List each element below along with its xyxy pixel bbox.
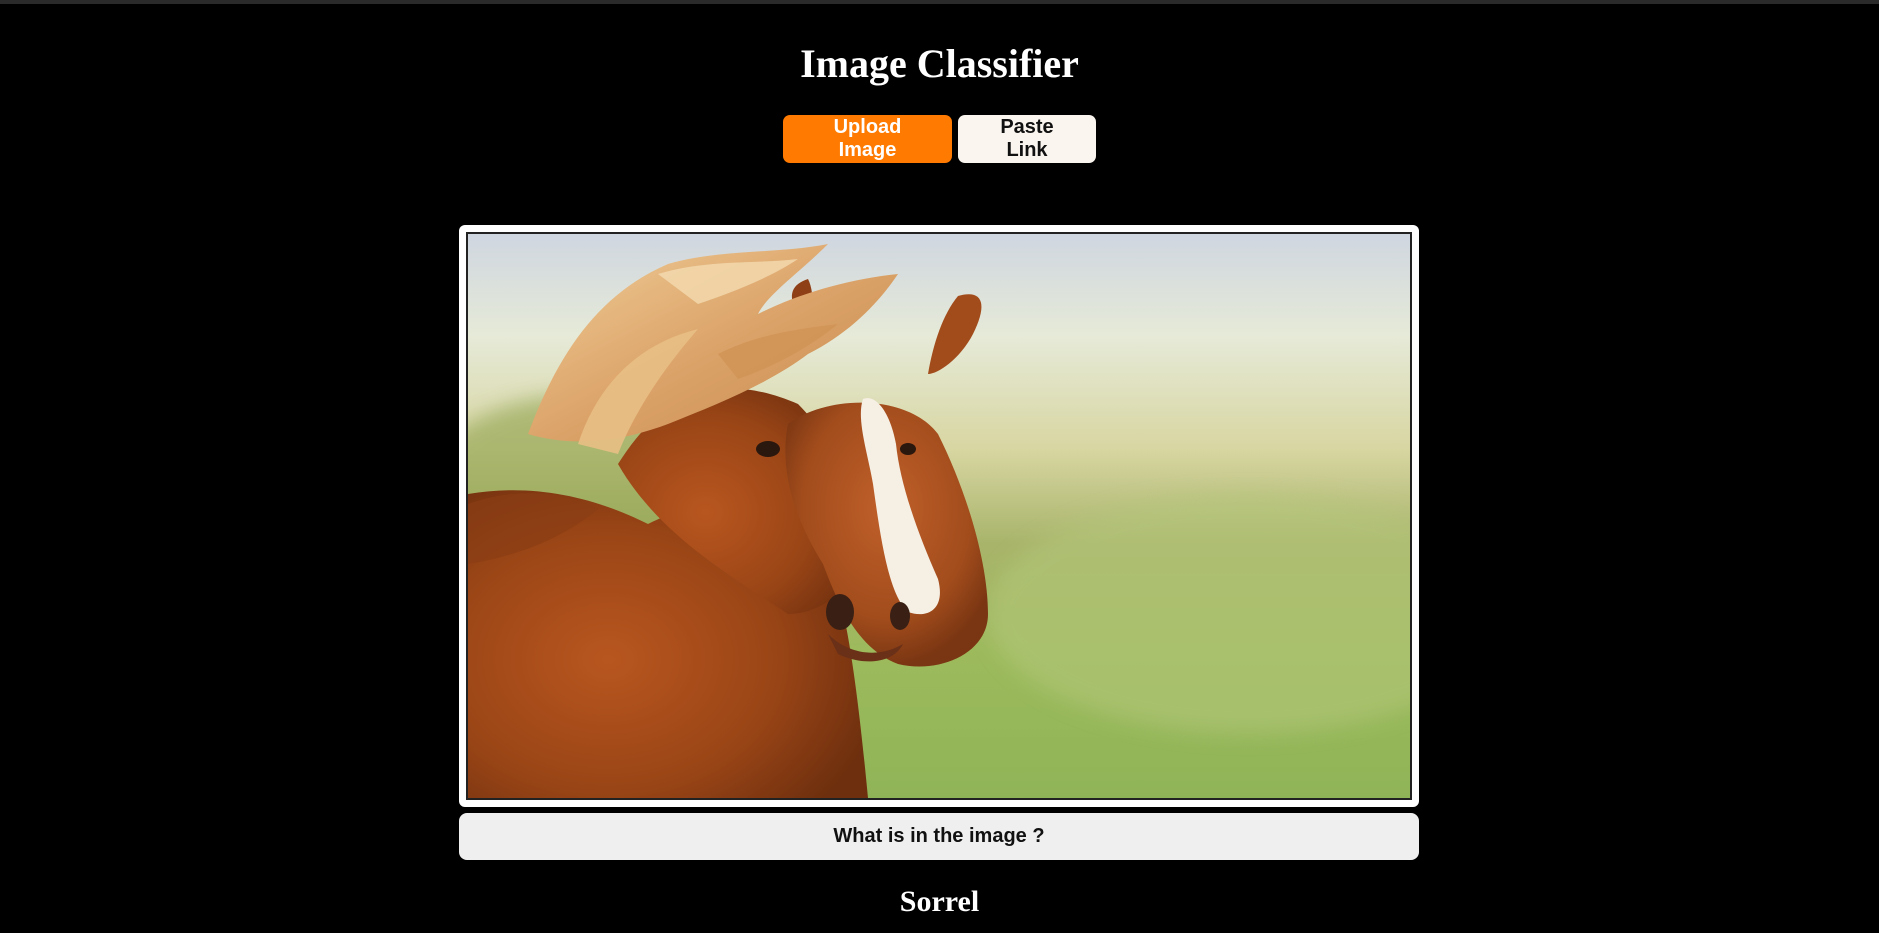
image-preview: [466, 232, 1412, 800]
classification-result: Sorrel: [899, 885, 980, 918]
horse-nostril-left: [826, 594, 854, 630]
image-preview-frame: [459, 225, 1419, 807]
page-title: Image Classifier: [800, 41, 1079, 86]
horse-eye-right: [900, 443, 916, 455]
horse-eye-left: [756, 441, 780, 457]
upload-image-button[interactable]: Upload Image: [783, 115, 952, 163]
classify-button[interactable]: What is in the image ?: [459, 813, 1419, 860]
horse-nostril-right: [890, 602, 910, 630]
window-top-strip: [0, 0, 1879, 4]
input-mode-tabs: Upload Image Paste Link: [0, 115, 1879, 163]
horse-photo: [468, 234, 1410, 798]
paste-link-button[interactable]: Paste Link: [958, 115, 1096, 163]
